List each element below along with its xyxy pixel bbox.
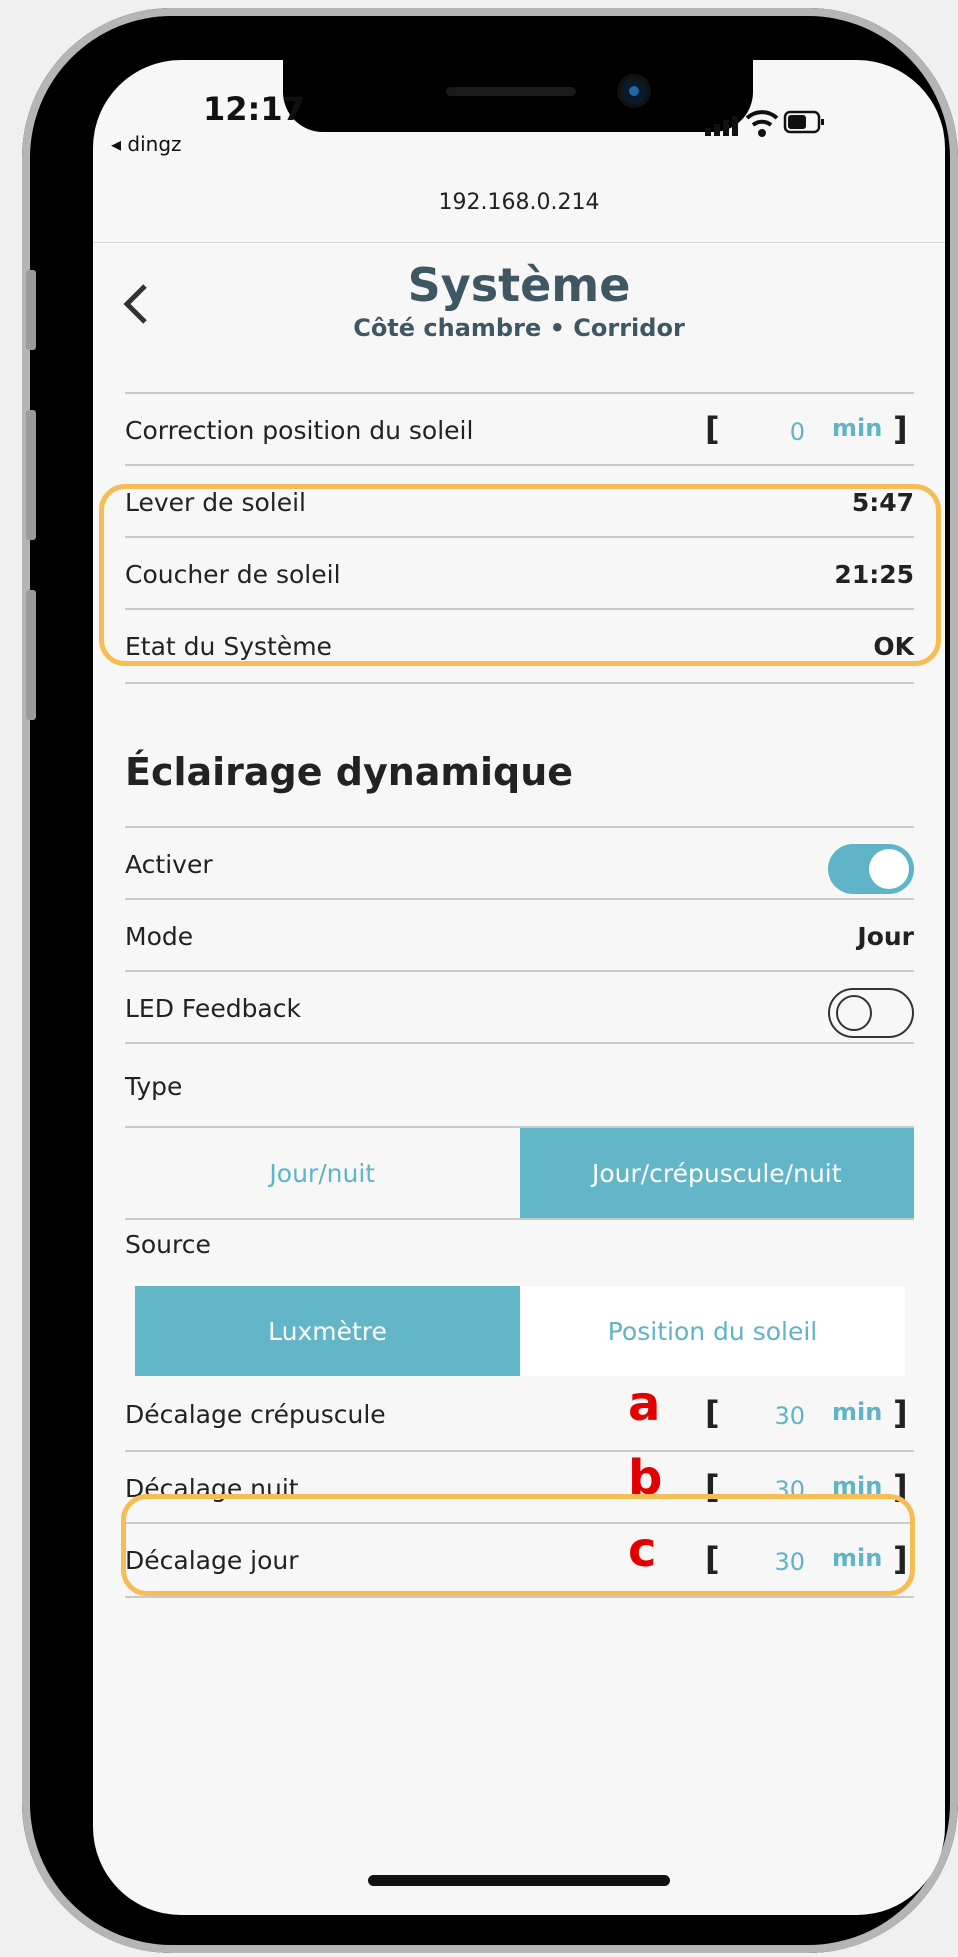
- notch: [283, 60, 753, 132]
- type-segmented-control: Jour/nuit Jour/crépuscule/nuit: [125, 1126, 914, 1220]
- camera: [621, 78, 647, 104]
- activate-row: Activer: [125, 826, 914, 898]
- offset-dusk-row: Décalage crépuscule a [ 30 min ]: [125, 1376, 914, 1450]
- open-bracket: [: [705, 1394, 720, 1432]
- unit-label: min: [832, 414, 883, 442]
- source-label: Source: [125, 1230, 211, 1259]
- annotation-a: a: [628, 1376, 661, 1432]
- open-bracket: [: [705, 410, 720, 448]
- battery-icon: [783, 110, 824, 134]
- page-title: Système: [407, 258, 631, 312]
- source-option-sun-position[interactable]: Position du soleil: [520, 1286, 905, 1376]
- mode-label: Mode: [125, 922, 194, 951]
- offset-dusk-label: Décalage crépuscule: [125, 1400, 386, 1429]
- activate-toggle[interactable]: [828, 844, 914, 894]
- offset-dusk-input[interactable]: 30: [745, 1402, 805, 1430]
- led-feedback-toggle[interactable]: [828, 988, 914, 1038]
- correction-label: Correction position du soleil: [125, 416, 474, 445]
- source-highlight: [121, 1494, 915, 1596]
- mute-switch: [26, 270, 36, 350]
- type-label: Type: [125, 1072, 183, 1101]
- volume-down-button: [26, 590, 36, 720]
- close-bracket: ]: [893, 1394, 908, 1432]
- source-segmented-control: Luxmètre Position du soleil: [135, 1286, 905, 1376]
- mode-value: Jour: [857, 922, 914, 951]
- status-icons: [705, 110, 824, 137]
- url-bar[interactable]: 192.168.0.214: [93, 178, 945, 243]
- screen: 12:17 ◂ dingz 192.168.0.214 Système Côté…: [93, 60, 945, 1915]
- home-indicator[interactable]: [368, 1875, 670, 1886]
- mode-row: Mode Jour: [125, 898, 914, 970]
- status-time: 12:17: [203, 90, 305, 128]
- type-row: Type: [125, 1042, 914, 1114]
- page-subtitle: Côté chambre • Corridor: [353, 314, 685, 342]
- wifi-icon: [745, 110, 779, 137]
- correction-row: Correction position du soleil [ 0 min ]: [125, 392, 914, 464]
- volume-up-button: [26, 410, 36, 540]
- section-title: Éclairage dynamique: [125, 750, 574, 794]
- correction-input[interactable]: 0: [745, 418, 805, 446]
- sun-times-highlight: [99, 484, 941, 666]
- unit-label: min: [832, 1398, 883, 1426]
- source-option-luxmeter[interactable]: Luxmètre: [135, 1286, 520, 1376]
- led-feedback-row: LED Feedback: [125, 970, 914, 1042]
- activate-label: Activer: [125, 850, 213, 879]
- back-to-app-link[interactable]: ◂ dingz: [111, 132, 182, 156]
- close-bracket: ]: [893, 410, 908, 448]
- type-option-day-dusk-night[interactable]: Jour/crépuscule/nuit: [519, 1128, 914, 1218]
- type-option-day-night[interactable]: Jour/nuit: [125, 1128, 520, 1218]
- speaker: [446, 87, 576, 96]
- signal-icon: [705, 116, 738, 136]
- led-feedback-label: LED Feedback: [125, 994, 301, 1023]
